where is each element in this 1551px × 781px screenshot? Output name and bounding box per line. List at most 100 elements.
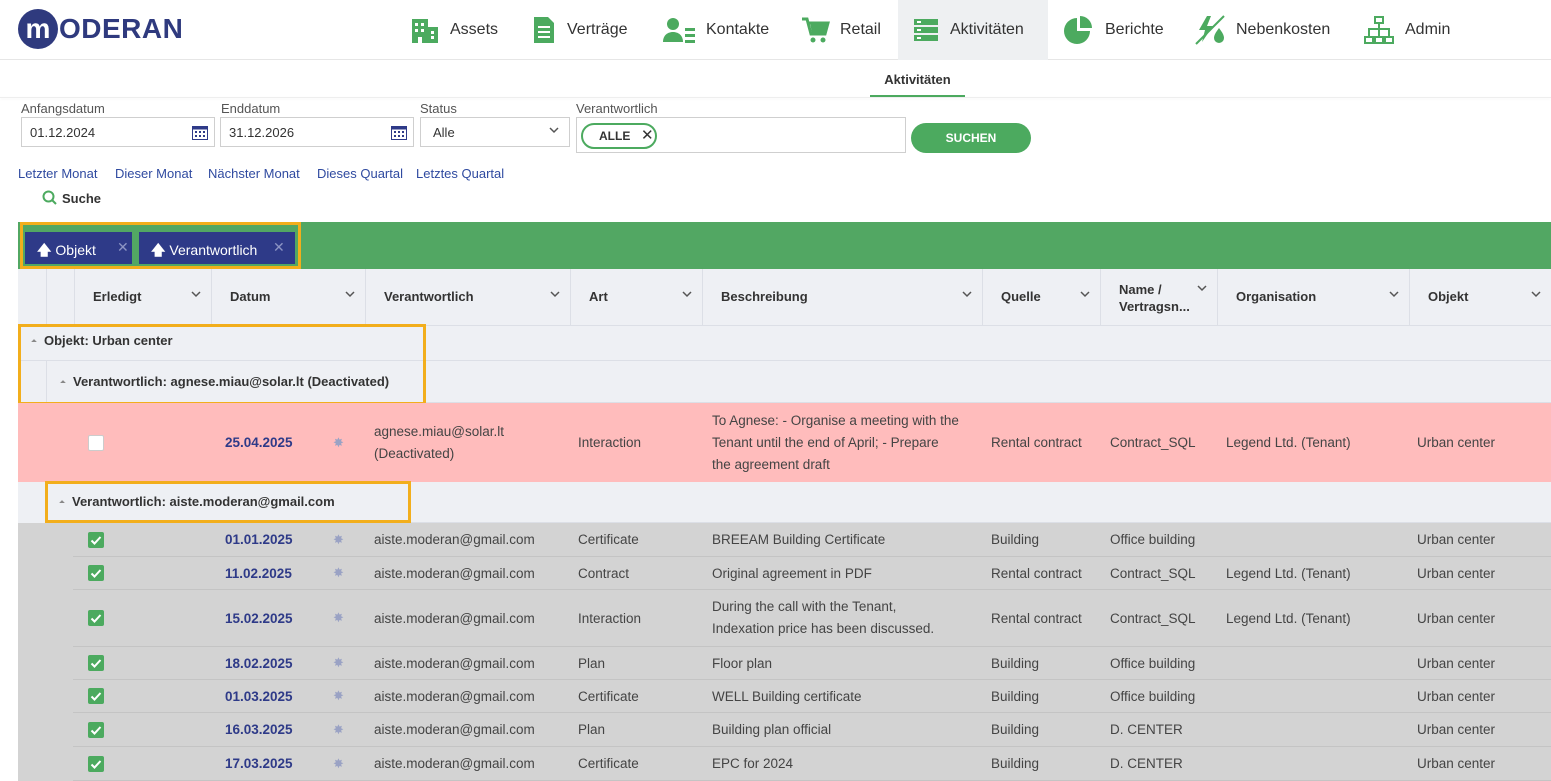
group-row-responsible-1[interactable]: Verantwortlich: agnese.miau@solar.lt (De…	[46, 361, 1551, 403]
chevron-down-icon[interactable]	[550, 289, 560, 299]
date-link[interactable]: 01.03.2025	[225, 689, 293, 704]
done-checkbox[interactable]	[88, 721, 104, 738]
chevron-down-icon[interactable]	[1389, 289, 1399, 299]
quick-link-this-month[interactable]: Dieser Monat	[115, 166, 192, 181]
nav-vertraege[interactable]: Verträge	[517, 0, 641, 60]
gear-icon[interactable]: ✸	[333, 688, 344, 704]
group-row-responsible-2[interactable]: Verantwortlich: aiste.moderan@gmail.com	[46, 482, 1551, 523]
group-row-objekt[interactable]: Objekt: Urban center	[18, 326, 1551, 361]
collapse-icon[interactable]	[59, 499, 65, 506]
table-row[interactable]: 11.02.2025 ✸ aiste.moderan@gmail.com Con…	[73, 557, 1551, 590]
chevron-down-icon[interactable]	[345, 289, 355, 299]
gear-icon[interactable]: ✸	[333, 435, 344, 451]
close-icon[interactable]: ✕	[273, 239, 285, 256]
responsible-chip[interactable]: ALLE ✕	[581, 123, 657, 149]
gear-icon[interactable]: ✸	[333, 756, 344, 772]
chevron-down-icon[interactable]	[1197, 283, 1207, 293]
date-link[interactable]: 18.02.2025	[225, 656, 293, 671]
table-row[interactable]: 17.03.2025 ✸ aiste.moderan@gmail.com Cer…	[73, 747, 1551, 781]
type-cell: Interaction	[578, 435, 642, 450]
date-link[interactable]: 01.01.2025	[225, 532, 293, 547]
header-organisation[interactable]: Organisation	[1217, 269, 1409, 326]
header-erledigt[interactable]: Erledigt	[74, 269, 211, 326]
table-row[interactable]: 15.02.2025 ✸ aiste.moderan@gmail.com Int…	[73, 590, 1551, 647]
organisation-cell: Legend Ltd. (Tenant)	[1226, 435, 1351, 450]
table-row[interactable]: 25.04.2025 ✸ agnese.miau@solar.lt (Deact…	[73, 403, 1551, 482]
collapse-icon[interactable]	[60, 379, 66, 386]
gear-icon[interactable]: ✸	[333, 532, 344, 548]
header-verantwortlich[interactable]: Verantwortlich	[365, 269, 570, 326]
date-link[interactable]: 16.03.2025	[225, 722, 293, 737]
chevron-down-icon[interactable]	[682, 289, 692, 299]
nav-nebenkosten[interactable]: Nebenkosten	[1180, 0, 1344, 60]
responsible-cell: aiste.moderan@gmail.com	[374, 565, 535, 581]
table-row[interactable]: 01.01.2025 ✸ aiste.moderan@gmail.com Cer…	[73, 523, 1551, 557]
done-checkbox[interactable]	[88, 755, 104, 772]
quick-link-this-quarter[interactable]: Dieses Quartal	[317, 166, 403, 181]
done-checkbox[interactable]	[88, 531, 104, 548]
done-checkbox[interactable]	[88, 610, 104, 626]
table-row[interactable]: 16.03.2025 ✸ aiste.moderan@gmail.com Pla…	[73, 713, 1551, 747]
responsible-cell: aiste.moderan@gmail.com	[374, 722, 535, 737]
moderan-logo[interactable]: m ODERAN	[18, 9, 183, 49]
status-select[interactable]: Alle	[420, 117, 570, 147]
header-quelle[interactable]: Quelle	[982, 269, 1100, 326]
header-label: Objekt	[1428, 289, 1469, 304]
collapse-icon[interactable]	[31, 338, 37, 345]
gear-icon[interactable]: ✸	[333, 565, 344, 581]
date-link[interactable]: 11.02.2025	[225, 566, 292, 581]
responsible-multiselect[interactable]: ALLE ✕	[576, 117, 906, 153]
gear-icon[interactable]: ✸	[333, 722, 344, 738]
header-datum[interactable]: Datum	[211, 269, 365, 326]
nav-admin[interactable]: Admin	[1349, 0, 1464, 60]
group-chip-objekt[interactable]: 🡅 Objekt ✕	[25, 232, 132, 264]
header-art[interactable]: Art	[570, 269, 702, 326]
done-checkbox[interactable]	[88, 434, 104, 451]
table-row[interactable]: 01.03.2025 ✸ aiste.moderan@gmail.com Cer…	[73, 680, 1551, 713]
gear-icon[interactable]: ✸	[333, 655, 344, 671]
end-date-field[interactable]: 31.12.2026	[220, 117, 414, 147]
organisation-cell: Legend Ltd. (Tenant)	[1226, 610, 1351, 626]
close-icon[interactable]: ✕	[641, 126, 654, 144]
header-label: Verantwortlich	[384, 289, 474, 304]
search-toggle[interactable]: Suche	[42, 190, 101, 206]
nav-berichte[interactable]: Berichte	[1049, 0, 1178, 60]
date-link[interactable]: 17.03.2025	[225, 756, 293, 771]
quick-link-last-month[interactable]: Letzter Monat	[18, 166, 98, 181]
nav-aktivitaeten[interactable]: Aktivitäten	[898, 0, 1048, 60]
done-checkbox[interactable]	[88, 655, 104, 671]
date-link[interactable]: 15.02.2025	[225, 611, 293, 626]
nav-retail[interactable]: Retail	[786, 0, 895, 60]
name-cell: Contract_SQL	[1110, 610, 1196, 626]
chevron-down-icon[interactable]	[962, 289, 972, 299]
quick-link-next-month[interactable]: Nächster Monat	[208, 166, 300, 181]
arrow-up-icon[interactable]: 🡅	[151, 242, 165, 258]
search-button[interactable]: SUCHEN	[911, 123, 1031, 153]
done-checkbox[interactable]	[88, 565, 104, 581]
header-name-vertrag[interactable]: Name / Vertragsn...	[1100, 269, 1217, 326]
arrow-up-icon[interactable]: 🡅	[37, 242, 51, 258]
calendar-icon[interactable]	[391, 125, 407, 140]
table-row[interactable]: 18.02.2025 ✸ aiste.moderan@gmail.com Pla…	[73, 647, 1551, 680]
responsible-label: Verantwortlich	[576, 101, 658, 116]
chevron-down-icon[interactable]	[1080, 289, 1090, 299]
calendar-icon[interactable]	[192, 125, 208, 140]
date-link[interactable]: 25.04.2025	[225, 435, 293, 450]
nav-kontakte[interactable]: Kontakte	[648, 0, 783, 60]
done-checkbox[interactable]	[88, 688, 104, 704]
start-date-field[interactable]: 01.12.2024	[21, 117, 215, 147]
gear-icon[interactable]: ✸	[333, 610, 344, 626]
close-icon[interactable]: ✕	[117, 239, 129, 256]
nav-assets[interactable]: Assets	[396, 0, 512, 60]
group-chip-label: Verantwortlich	[169, 242, 258, 258]
chevron-down-icon[interactable]	[191, 289, 201, 299]
header-beschreibung[interactable]: Beschreibung	[702, 269, 982, 326]
source-cell: Building	[991, 756, 1040, 771]
group-chip-verantwortlich[interactable]: 🡅 Verantwortlich ✕	[139, 232, 295, 264]
end-date-label: Enddatum	[221, 101, 281, 116]
check-icon	[90, 725, 102, 735]
header-objekt[interactable]: Objekt	[1409, 269, 1551, 326]
tab-aktivitaeten[interactable]: Aktivitäten	[870, 64, 965, 98]
quick-link-last-quarter[interactable]: Letztes Quartal	[416, 166, 504, 181]
chevron-down-icon[interactable]	[1531, 289, 1541, 299]
